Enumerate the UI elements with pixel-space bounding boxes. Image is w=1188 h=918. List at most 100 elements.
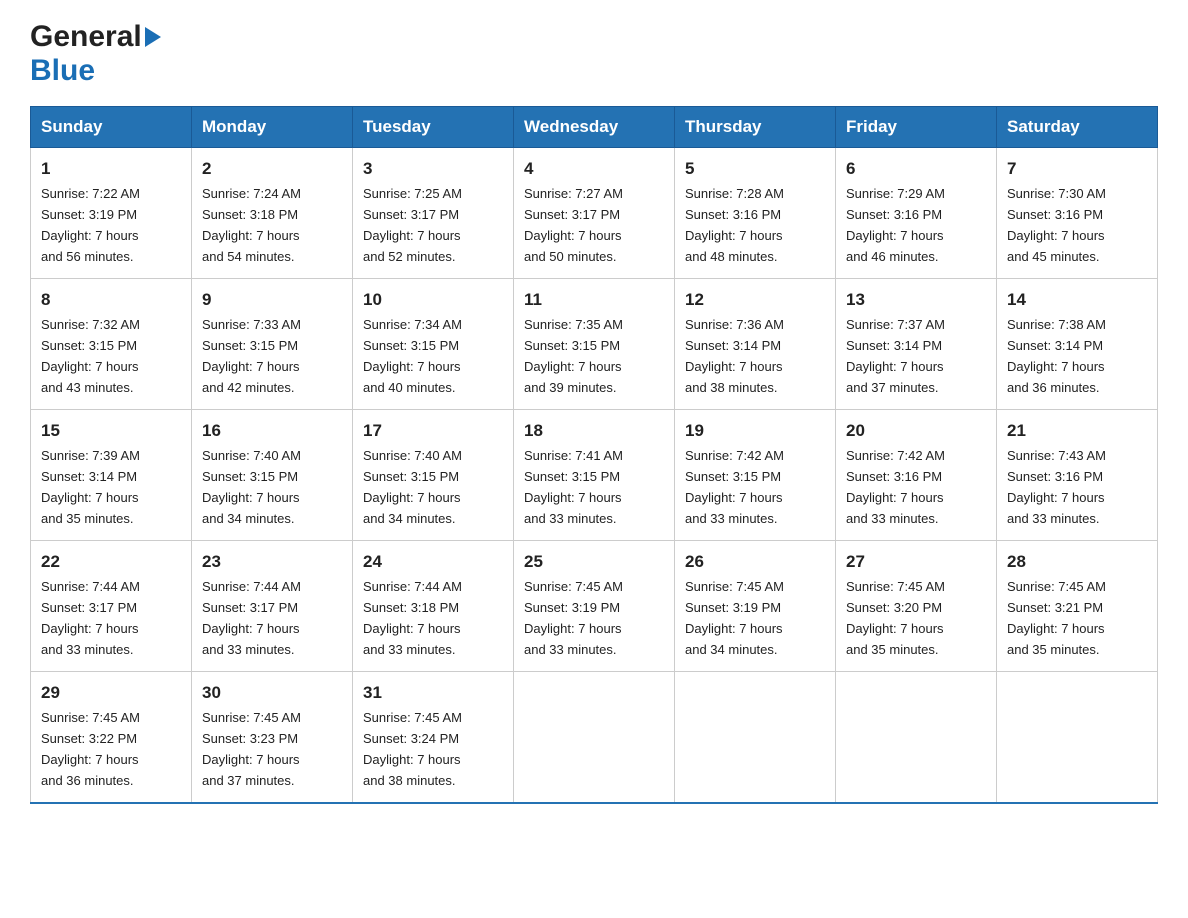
day-number: 1	[41, 156, 181, 182]
day-number: 10	[363, 287, 503, 313]
calendar-cell: 8 Sunrise: 7:32 AMSunset: 3:15 PMDaylight…	[31, 279, 192, 410]
day-number: 5	[685, 156, 825, 182]
day-info: Sunrise: 7:29 AMSunset: 3:16 PMDaylight:…	[846, 186, 945, 264]
day-number: 13	[846, 287, 986, 313]
calendar-cell: 28 Sunrise: 7:45 AMSunset: 3:21 PMDayligh…	[997, 541, 1158, 672]
calendar-cell: 2 Sunrise: 7:24 AMSunset: 3:18 PMDaylight…	[192, 148, 353, 279]
day-number: 16	[202, 418, 342, 444]
day-number: 2	[202, 156, 342, 182]
day-number: 21	[1007, 418, 1147, 444]
day-info: Sunrise: 7:45 AMSunset: 3:22 PMDaylight:…	[41, 710, 140, 788]
col-header-monday: Monday	[192, 107, 353, 148]
day-number: 8	[41, 287, 181, 313]
calendar-cell: 17 Sunrise: 7:40 AMSunset: 3:15 PMDayligh…	[353, 410, 514, 541]
col-header-tuesday: Tuesday	[353, 107, 514, 148]
day-info: Sunrise: 7:32 AMSunset: 3:15 PMDaylight:…	[41, 317, 140, 395]
calendar-cell: 25Sunrise: 7:45 AMSunset: 3:19 PMDayligh…	[514, 541, 675, 672]
day-info: Sunrise: 7:45 AMSunset: 3:23 PMDaylight:…	[202, 710, 301, 788]
col-header-saturday: Saturday	[997, 107, 1158, 148]
calendar-cell: 1 Sunrise: 7:22 AMSunset: 3:19 PMDaylight…	[31, 148, 192, 279]
calendar-cell: 29 Sunrise: 7:45 AMSunset: 3:22 PMDayligh…	[31, 672, 192, 804]
day-number: 6	[846, 156, 986, 182]
day-info: Sunrise: 7:22 AMSunset: 3:19 PMDaylight:…	[41, 186, 140, 264]
day-number: 12	[685, 287, 825, 313]
day-info: Sunrise: 7:44 AMSunset: 3:18 PMDaylight:…	[363, 579, 462, 657]
day-number: 26	[685, 549, 825, 575]
day-number: 11	[524, 287, 664, 313]
calendar-week-row: 29 Sunrise: 7:45 AMSunset: 3:22 PMDayligh…	[31, 672, 1158, 804]
col-header-wednesday: Wednesday	[514, 107, 675, 148]
day-info: Sunrise: 7:37 AMSunset: 3:14 PMDaylight:…	[846, 317, 945, 395]
day-info: Sunrise: 7:24 AMSunset: 3:18 PMDaylight:…	[202, 186, 301, 264]
calendar-cell: 14 Sunrise: 7:38 AMSunset: 3:14 PMDayligh…	[997, 279, 1158, 410]
calendar-week-row: 1 Sunrise: 7:22 AMSunset: 3:19 PMDaylight…	[31, 148, 1158, 279]
day-info: Sunrise: 7:45 AMSunset: 3:21 PMDaylight:…	[1007, 579, 1106, 657]
calendar-cell: 11 Sunrise: 7:35 AMSunset: 3:15 PMDayligh…	[514, 279, 675, 410]
day-number: 14	[1007, 287, 1147, 313]
day-number: 3	[363, 156, 503, 182]
day-info: Sunrise: 7:41 AMSunset: 3:15 PMDaylight:…	[524, 448, 623, 526]
day-info: Sunrise: 7:38 AMSunset: 3:14 PMDaylight:…	[1007, 317, 1106, 395]
calendar-cell: 15Sunrise: 7:39 AMSunset: 3:14 PMDayligh…	[31, 410, 192, 541]
day-number: 20	[846, 418, 986, 444]
col-header-thursday: Thursday	[675, 107, 836, 148]
calendar-cell: 10Sunrise: 7:34 AMSunset: 3:15 PMDayligh…	[353, 279, 514, 410]
logo: General Blue	[30, 20, 161, 88]
day-info: Sunrise: 7:43 AMSunset: 3:16 PMDaylight:…	[1007, 448, 1106, 526]
calendar-cell: 16 Sunrise: 7:40 AMSunset: 3:15 PMDayligh…	[192, 410, 353, 541]
calendar-cell: 23 Sunrise: 7:44 AMSunset: 3:17 PMDayligh…	[192, 541, 353, 672]
calendar-week-row: 8 Sunrise: 7:32 AMSunset: 3:15 PMDaylight…	[31, 279, 1158, 410]
calendar-cell: 18 Sunrise: 7:41 AMSunset: 3:15 PMDayligh…	[514, 410, 675, 541]
day-info: Sunrise: 7:28 AMSunset: 3:16 PMDaylight:…	[685, 186, 784, 264]
day-number: 29	[41, 680, 181, 706]
calendar-cell: 12 Sunrise: 7:36 AMSunset: 3:14 PMDayligh…	[675, 279, 836, 410]
day-number: 24	[363, 549, 503, 575]
day-info: Sunrise: 7:27 AMSunset: 3:17 PMDaylight:…	[524, 186, 623, 264]
calendar-header-row: SundayMondayTuesdayWednesdayThursdayFrid…	[31, 107, 1158, 148]
day-info: Sunrise: 7:40 AMSunset: 3:15 PMDaylight:…	[363, 448, 462, 526]
day-info: Sunrise: 7:42 AMSunset: 3:15 PMDaylight:…	[685, 448, 784, 526]
day-info: Sunrise: 7:45 AMSunset: 3:20 PMDaylight:…	[846, 579, 945, 657]
day-number: 7	[1007, 156, 1147, 182]
calendar-week-row: 22 Sunrise: 7:44 AMSunset: 3:17 PMDayligh…	[31, 541, 1158, 672]
logo-general-text: General	[30, 20, 142, 54]
logo-arrow-icon	[145, 27, 161, 47]
day-number: 30	[202, 680, 342, 706]
day-number: 18	[524, 418, 664, 444]
day-number: 23	[202, 549, 342, 575]
day-info: Sunrise: 7:44 AMSunset: 3:17 PMDaylight:…	[202, 579, 301, 657]
day-number: 4	[524, 156, 664, 182]
calendar-cell	[997, 672, 1158, 804]
day-info: Sunrise: 7:40 AMSunset: 3:15 PMDaylight:…	[202, 448, 301, 526]
day-info: Sunrise: 7:42 AMSunset: 3:16 PMDaylight:…	[846, 448, 945, 526]
col-header-friday: Friday	[836, 107, 997, 148]
day-number: 17	[363, 418, 503, 444]
day-info: Sunrise: 7:25 AMSunset: 3:17 PMDaylight:…	[363, 186, 462, 264]
col-header-sunday: Sunday	[31, 107, 192, 148]
day-number: 27	[846, 549, 986, 575]
calendar-cell	[514, 672, 675, 804]
calendar-cell: 20 Sunrise: 7:42 AMSunset: 3:16 PMDayligh…	[836, 410, 997, 541]
calendar-cell: 26 Sunrise: 7:45 AMSunset: 3:19 PMDayligh…	[675, 541, 836, 672]
calendar-cell: 22Sunrise: 7:44 AMSunset: 3:17 PMDayligh…	[31, 541, 192, 672]
day-info: Sunrise: 7:30 AMSunset: 3:16 PMDaylight:…	[1007, 186, 1106, 264]
day-info: Sunrise: 7:45 AMSunset: 3:24 PMDaylight:…	[363, 710, 462, 788]
day-info: Sunrise: 7:33 AMSunset: 3:15 PMDaylight:…	[202, 317, 301, 395]
calendar-cell: 7 Sunrise: 7:30 AMSunset: 3:16 PMDaylight…	[997, 148, 1158, 279]
calendar-cell: 6 Sunrise: 7:29 AMSunset: 3:16 PMDaylight…	[836, 148, 997, 279]
calendar-cell: 19Sunrise: 7:42 AMSunset: 3:15 PMDayligh…	[675, 410, 836, 541]
day-number: 9	[202, 287, 342, 313]
day-number: 31	[363, 680, 503, 706]
day-info: Sunrise: 7:35 AMSunset: 3:15 PMDaylight:…	[524, 317, 623, 395]
calendar-cell: 13 Sunrise: 7:37 AMSunset: 3:14 PMDayligh…	[836, 279, 997, 410]
calendar-cell	[836, 672, 997, 804]
day-info: Sunrise: 7:45 AMSunset: 3:19 PMDaylight:…	[524, 579, 623, 657]
calendar-cell: 24 Sunrise: 7:44 AMSunset: 3:18 PMDayligh…	[353, 541, 514, 672]
calendar-cell: 5 Sunrise: 7:28 AMSunset: 3:16 PMDaylight…	[675, 148, 836, 279]
day-number: 22	[41, 549, 181, 575]
day-number: 28	[1007, 549, 1147, 575]
day-info: Sunrise: 7:45 AMSunset: 3:19 PMDaylight:…	[685, 579, 784, 657]
day-info: Sunrise: 7:36 AMSunset: 3:14 PMDaylight:…	[685, 317, 784, 395]
calendar-cell: 9 Sunrise: 7:33 AMSunset: 3:15 PMDaylight…	[192, 279, 353, 410]
day-info: Sunrise: 7:39 AMSunset: 3:14 PMDaylight:…	[41, 448, 140, 526]
